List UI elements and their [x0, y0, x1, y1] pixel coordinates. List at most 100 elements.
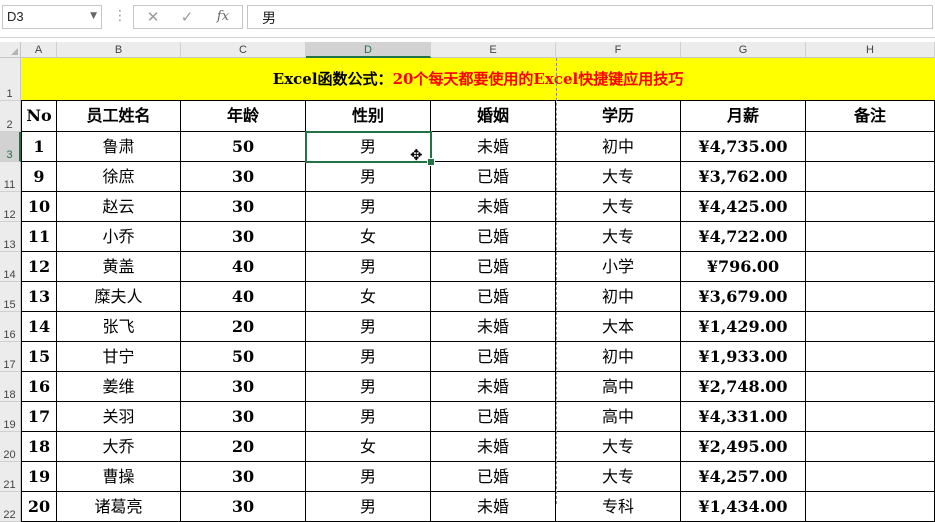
cell-salary[interactable]: ¥1,933.00 — [681, 342, 806, 372]
header-cell-note[interactable]: 备注 — [806, 101, 935, 132]
row-header-16[interactable]: 16 — [0, 312, 21, 342]
cell-note[interactable] — [806, 402, 935, 432]
cell-age[interactable]: 50 — [181, 342, 306, 372]
cell-gender[interactable]: 女 — [306, 222, 431, 252]
cell-note[interactable] — [806, 222, 935, 252]
cell-age[interactable]: 30 — [181, 492, 306, 522]
cell-note[interactable] — [806, 492, 935, 522]
cell-salary[interactable]: ¥4,257.00 — [681, 462, 806, 492]
row-header-11[interactable]: 11 — [0, 162, 21, 192]
cell-note[interactable] — [806, 432, 935, 462]
cell-edu[interactable]: 大本 — [556, 312, 681, 342]
title-cell[interactable]: Excel函数公式：20个每天都要使用的Excel快捷键应用技巧 — [21, 58, 935, 101]
cell-edu[interactable]: 大专 — [556, 162, 681, 192]
header-cell-no[interactable]: No — [21, 101, 57, 132]
cell-name[interactable]: 小乔 — [57, 222, 181, 252]
cell-note[interactable] — [806, 462, 935, 492]
cell-name[interactable]: 赵云 — [57, 192, 181, 222]
cell-edu[interactable]: 专科 — [556, 492, 681, 522]
cell-marital[interactable]: 未婚 — [431, 132, 556, 162]
row-header-18[interactable]: 18 — [0, 372, 21, 402]
cell-salary[interactable]: ¥1,434.00 — [681, 492, 806, 522]
row-header-17[interactable]: 17 — [0, 342, 21, 372]
cell-edu[interactable]: 大专 — [556, 432, 681, 462]
column-header-f[interactable]: F — [556, 42, 681, 58]
cell-gender[interactable]: 女 — [306, 432, 431, 462]
row-header-12[interactable]: 12 — [0, 192, 21, 222]
cell-edu[interactable]: 初中 — [556, 282, 681, 312]
cancel-icon[interactable]: ✕ — [140, 8, 166, 26]
cell-marital[interactable]: 未婚 — [431, 492, 556, 522]
column-header-g[interactable]: G — [681, 42, 806, 58]
cell-edu[interactable]: 初中 — [556, 342, 681, 372]
cell-salary[interactable]: ¥2,495.00 — [681, 432, 806, 462]
cell-gender[interactable]: 男 — [306, 372, 431, 402]
cell-note[interactable] — [806, 312, 935, 342]
cell-no[interactable]: 11 — [21, 222, 57, 252]
cell-age[interactable]: 30 — [181, 372, 306, 402]
column-header-a[interactable]: A — [21, 42, 57, 58]
cell-name[interactable]: 大乔 — [57, 432, 181, 462]
more-icon[interactable]: ⋮ — [113, 8, 127, 24]
cell-gender[interactable]: 男 — [306, 402, 431, 432]
cell-edu[interactable]: 大专 — [556, 462, 681, 492]
row-header-21[interactable]: 21 — [0, 462, 21, 492]
cell-edu[interactable]: 高中 — [556, 372, 681, 402]
column-header-h[interactable]: H — [806, 42, 935, 58]
cell-edu[interactable]: 大专 — [556, 192, 681, 222]
row-header-3[interactable]: 3 — [0, 132, 21, 162]
cell-no[interactable]: 20 — [21, 492, 57, 522]
cell-salary[interactable]: ¥796.00 — [681, 252, 806, 282]
cell-salary[interactable]: ¥1,429.00 — [681, 312, 806, 342]
cell-name[interactable]: 张飞 — [57, 312, 181, 342]
cell-marital[interactable]: 未婚 — [431, 192, 556, 222]
header-cell-name[interactable]: 员工姓名 — [57, 101, 181, 132]
cell-name[interactable]: 甘宁 — [57, 342, 181, 372]
header-cell-age[interactable]: 年龄 — [181, 101, 306, 132]
cell-salary[interactable]: ¥3,679.00 — [681, 282, 806, 312]
cell-edu[interactable]: 大专 — [556, 222, 681, 252]
header-cell-gender[interactable]: 性别 — [306, 101, 431, 132]
cell-name[interactable]: 黄盖 — [57, 252, 181, 282]
cell-no[interactable]: 16 — [21, 372, 57, 402]
name-box[interactable]: D3 ▼ — [2, 5, 102, 29]
cell-name[interactable]: 曹操 — [57, 462, 181, 492]
cell-marital[interactable]: 未婚 — [431, 372, 556, 402]
cell-salary[interactable]: ¥4,425.00 — [681, 192, 806, 222]
cell-gender[interactable]: 男 — [306, 192, 431, 222]
cell-name[interactable]: 姜维 — [57, 372, 181, 402]
cell-note[interactable] — [806, 132, 935, 162]
cell-salary[interactable]: ¥2,748.00 — [681, 372, 806, 402]
cell-age[interactable]: 30 — [181, 222, 306, 252]
cell-edu[interactable]: 高中 — [556, 402, 681, 432]
cell-name[interactable]: 徐庶 — [57, 162, 181, 192]
row-header-13[interactable]: 13 — [0, 222, 21, 252]
cell-age[interactable]: 50 — [181, 132, 306, 162]
cell-gender[interactable]: 男 — [306, 312, 431, 342]
cell-salary[interactable]: ¥4,331.00 — [681, 402, 806, 432]
cell-no[interactable]: 13 — [21, 282, 57, 312]
cell-age[interactable]: 20 — [181, 312, 306, 342]
cell-no[interactable]: 19 — [21, 462, 57, 492]
cell-name[interactable]: 诸葛亮 — [57, 492, 181, 522]
header-cell-edu[interactable]: 学历 — [556, 101, 681, 132]
cell-note[interactable] — [806, 192, 935, 222]
cell-name[interactable]: 鲁肃 — [57, 132, 181, 162]
cell-gender[interactable]: 男 — [306, 162, 431, 192]
cell-name[interactable]: 关羽 — [57, 402, 181, 432]
enter-icon[interactable]: ✓ — [174, 8, 200, 26]
row-header-14[interactable]: 14 — [0, 252, 21, 282]
cell-gender[interactable]: 男 — [306, 492, 431, 522]
row-header-15[interactable]: 15 — [0, 282, 21, 312]
chevron-down-icon[interactable]: ▼ — [90, 11, 97, 21]
cell-age[interactable]: 30 — [181, 162, 306, 192]
header-cell-marital[interactable]: 婚姻 — [431, 101, 556, 132]
cell-edu[interactable]: 初中 — [556, 132, 681, 162]
cell-marital[interactable]: 已婚 — [431, 222, 556, 252]
cell-age[interactable]: 30 — [181, 402, 306, 432]
cell-age[interactable]: 40 — [181, 282, 306, 312]
row-header-20[interactable]: 20 — [0, 432, 21, 462]
cell-marital[interactable]: 已婚 — [431, 162, 556, 192]
cell-age[interactable]: 30 — [181, 192, 306, 222]
cell-marital[interactable]: 未婚 — [431, 432, 556, 462]
